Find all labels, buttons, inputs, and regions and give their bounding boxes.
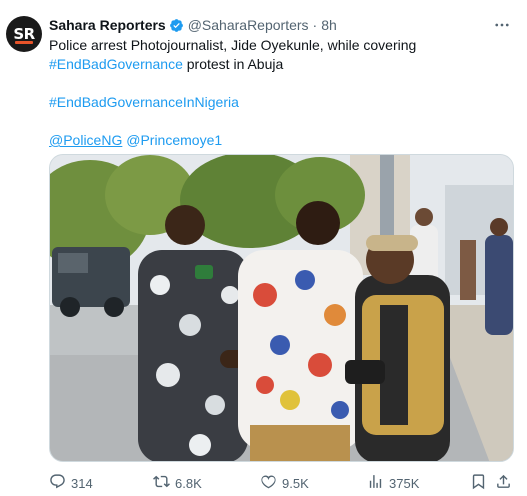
retweet-button[interactable]: 6.8K (153, 473, 202, 493)
retweet-count: 6.8K (175, 475, 202, 491)
retweet-icon (153, 473, 170, 493)
reply-button[interactable]: 314 (49, 473, 93, 493)
reply-icon (49, 473, 66, 493)
tweet-card[interactable]: SR Sahara Reporters @SaharaReporters · 8… (0, 0, 527, 496)
author-handle[interactable]: @SaharaReporters (188, 17, 309, 33)
mention-policeng[interactable]: @PoliceNG (49, 132, 122, 148)
hashtag-endbadgovernance[interactable]: #EndBadGovernance (49, 56, 183, 72)
views-button[interactable]: 375K (367, 473, 419, 493)
views-count: 375K (389, 475, 420, 491)
text-spacer-2 (49, 112, 509, 131)
reply-count: 314 (71, 475, 93, 491)
photo-illustration (50, 155, 513, 461)
like-count: 9.5K (282, 475, 309, 491)
author-name[interactable]: Sahara Reporters (49, 17, 166, 33)
tweet-line-mentions: @PoliceNG @Princemoye1 (49, 131, 509, 150)
text-spacer (49, 74, 509, 93)
heart-icon (260, 473, 277, 493)
tweet-actions: 314 6.8K 9.5K 375K (49, 473, 514, 493)
hashtag-endbadgovernanceinnigeria[interactable]: #EndBadGovernanceInNigeria (49, 94, 239, 110)
avatar-accent-bar (15, 41, 33, 44)
bookmark-button[interactable] (470, 473, 487, 493)
avatar[interactable]: SR (6, 16, 42, 52)
like-button[interactable]: 9.5K (260, 473, 309, 493)
tweet-line-2: #EndBadGovernance protest in Abuja (49, 55, 509, 74)
header-separator: · (312, 17, 318, 33)
more-options-icon[interactable] (493, 16, 511, 34)
post-time[interactable]: 8h (321, 17, 337, 33)
verified-badge-icon[interactable] (169, 18, 184, 33)
share-button[interactable] (495, 473, 512, 493)
share-icon (495, 473, 512, 493)
tweet-photo[interactable] (49, 154, 514, 462)
tweet-line-hashtag: #EndBadGovernanceInNigeria (49, 93, 509, 112)
tweet-text: Police arrest Photojournalist, Jide Oyek… (49, 36, 509, 150)
tweet-header: Sahara Reporters @SaharaReporters · 8h (49, 16, 337, 34)
tweet-line-2-text: protest in Abuja (182, 56, 284, 72)
tweet-line-1: Police arrest Photojournalist, Jide Oyek… (49, 37, 417, 53)
views-icon (367, 473, 384, 493)
mention-princemoye1[interactable]: @Princemoye1 (126, 132, 222, 148)
bookmark-icon (470, 473, 487, 493)
